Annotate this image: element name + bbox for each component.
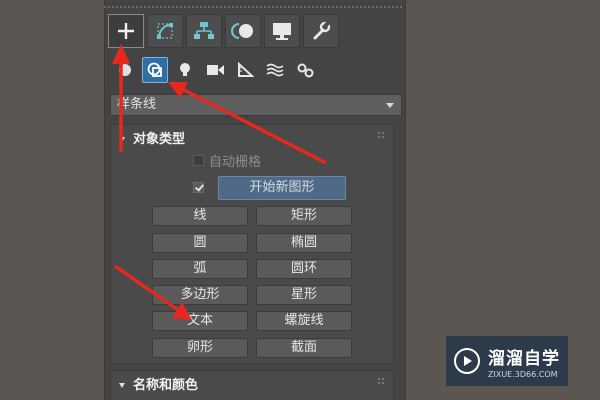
play-logo-icon [454,348,480,374]
watermark-badge: 溜溜自学 ZIXUE.3D66.COM [446,336,568,386]
start-new-shape-button[interactable]: 开始新图形 [218,176,346,200]
egg-button[interactable]: 卵形 [152,338,248,358]
name-color-header[interactable]: 名称和颜色 [119,374,198,393]
ngon-button[interactable]: 多边形 [152,285,248,305]
name-color-title: 名称和颜色 [133,378,199,393]
panel-top-divider [104,6,404,8]
category-cameras[interactable] [202,57,228,83]
rollout-grip-icon[interactable] [377,131,385,139]
tab-utilities[interactable] [303,14,339,48]
collapse-triangle-icon [119,383,125,388]
object-type-title: 对象类型 [133,132,186,147]
modify-curve-icon [157,23,173,39]
donut-button[interactable]: 圆环 [256,259,352,279]
motion-icon [231,23,253,39]
tab-modify[interactable] [147,14,183,48]
rectangle-button[interactable]: 矩形 [256,206,352,226]
watermark-name: 溜溜自学 [488,348,560,369]
text-button[interactable]: 文本 [152,311,248,331]
section-button[interactable]: 截面 [256,338,352,358]
star-button[interactable]: 星形 [256,285,352,305]
helix-button[interactable]: 螺旋线 [256,311,352,331]
ellipse-button[interactable]: 椭圆 [256,233,352,253]
geometry-sphere-icon [119,64,131,76]
shape-type-dropdown[interactable]: 样条线 [110,94,402,116]
rollout-grip-icon[interactable] [377,377,385,385]
plus-icon [118,23,134,39]
collapse-triangle-icon [119,137,125,142]
screenshot-stage: 样条线 对象类型 自动栅格 开始新图形 线 矩形 圆 椭圆 弧 圆环 多边形 星… [0,0,600,400]
object-type-header[interactable]: 对象类型 [119,128,185,147]
name-color-rollout: 名称和颜色 [110,370,394,400]
camera-icon [207,65,224,75]
category-helpers[interactable] [232,57,258,83]
autogrid-checkbox[interactable] [193,155,204,166]
tab-display[interactable] [264,14,300,48]
monitor-icon [273,23,291,40]
circle-button[interactable]: 圆 [152,233,248,253]
line-button[interactable]: 线 [152,206,248,226]
watermark-text: 溜溜自学 ZIXUE.3D66.COM [488,344,560,379]
tab-motion[interactable] [225,14,261,48]
category-lights[interactable] [172,57,198,83]
category-geometry[interactable] [112,57,138,83]
lightbulb-icon [180,63,190,76]
waves-icon [266,63,284,77]
category-space-warps[interactable] [262,57,288,83]
tab-hierarchy[interactable] [186,14,222,48]
category-systems[interactable] [292,57,318,83]
wrench-icon [313,21,331,40]
autogrid-label: 自动栅格 [209,155,262,170]
category-shapes[interactable] [142,57,168,83]
watermark-url: ZIXUE.3D66.COM [488,369,558,379]
dropdown-selected-value: 样条线 [117,97,157,112]
chevron-down-icon [386,103,394,108]
tab-create[interactable] [108,14,144,48]
start-new-shape-checkbox[interactable] [193,182,204,193]
shapes-icon [147,62,162,77]
ruler-triangle-icon [238,61,254,77]
gears-icon [297,63,314,78]
arc-button[interactable]: 弧 [152,259,248,279]
hierarchy-icon [194,22,214,39]
